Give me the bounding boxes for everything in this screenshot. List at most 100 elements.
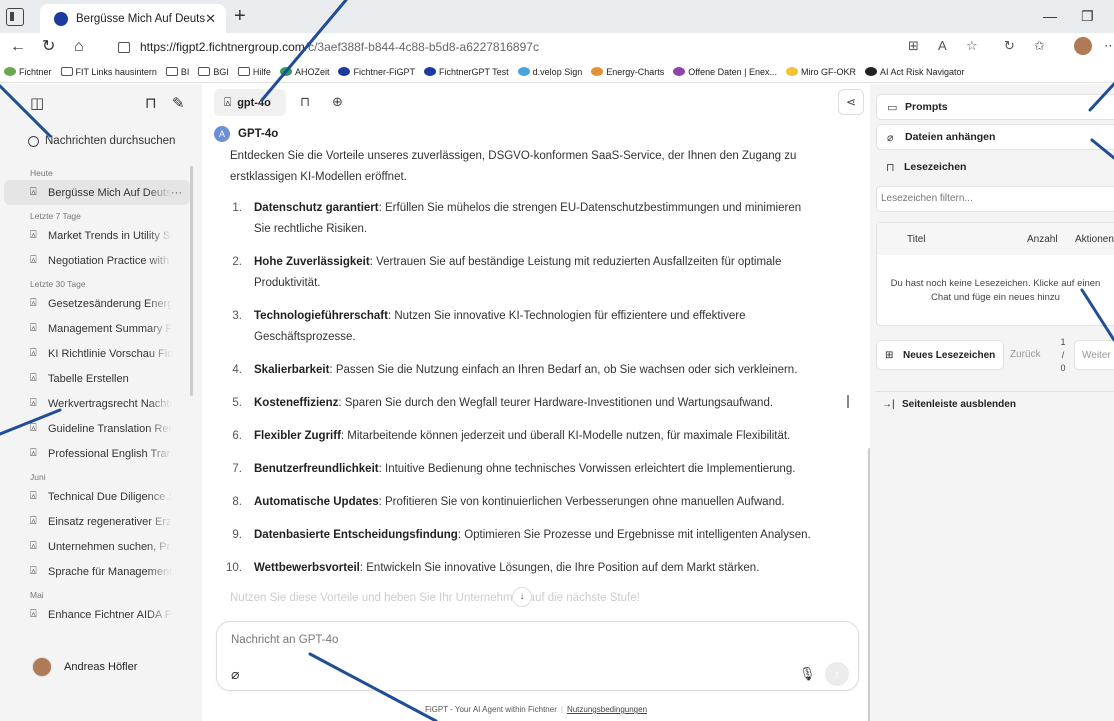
share-icon[interactable]: ⋖ [838,89,864,115]
folder-icon [198,67,211,76]
terms-link[interactable]: Nutzungsbedingungen [567,705,647,714]
benefit-text: : Mitarbeitende können jederzeit und übe… [340,430,791,442]
profile-avatar[interactable] [1074,37,1092,55]
collapse-icon: →| [882,399,895,410]
benefit-item: 7. Benutzerfreundlichkeit: Intuitive Bedi… [230,459,820,480]
toggle-sidebar-icon[interactable]: ◫ [30,94,44,112]
bookmark-item[interactable]: BGI [198,67,229,77]
new-chat-icon[interactable]: ✎ [172,94,185,112]
bookmark-item[interactable]: BI [165,67,189,77]
chat-icon: ⍓ [30,347,37,359]
home-icon[interactable]: ⌂ [74,37,84,57]
user-menu[interactable]: Andreas Höfler [32,657,137,677]
scroll-down-button[interactable]: ↓ [512,587,532,607]
benefit-number: 4. [232,364,242,376]
chat-list-item[interactable]: ⍓ Management Summary Fichtner [0,316,196,341]
bookmark-item[interactable]: Hilfe [237,66,271,77]
chat-list-item[interactable]: ⍓ Werkvertragsrecht Nachteile [0,391,196,416]
message-input[interactable]: Nachricht an GPT-4o [231,634,338,646]
minimize-icon[interactable]: — [1043,8,1057,24]
bookmark-label: d.velop Sign [532,66,583,77]
prompts-label: Prompts [905,101,948,113]
benefit-item: 6. Flexibler Zugriff: Mitarbeitende könne… [230,426,820,447]
read-aloud-icon[interactable]: A [938,38,947,53]
avatar [32,657,52,677]
chat-options-icon[interactable]: ··· [171,187,182,199]
more-icon[interactable]: ⋯ [1104,38,1114,54]
bookmark-label: AI Act Risk Navigator [879,66,965,77]
search-messages[interactable]: Nachrichten durchsuchen [28,135,175,147]
app-grid-icon[interactable]: ⊞ [908,38,919,54]
add-model-icon[interactable]: ⊕ [332,94,343,110]
chat-list-item[interactable]: ⍓ Guideline Translation Request [0,416,196,441]
next-button[interactable]: Weiter [1074,340,1114,370]
chat-list-item[interactable]: ⍓ Professional English Translation [0,441,196,466]
bookmark-item[interactable]: Offene Daten | Enex... [673,67,777,77]
bookmark-item[interactable]: Energy-Charts [591,67,664,77]
send-button[interactable]: ↑ [825,662,849,686]
bookmark-item[interactable]: AI Act Risk Navigator [864,66,965,77]
back-icon[interactable]: ← [10,37,26,57]
bookmark-table: Titel Anzahl Aktionen Du hast noch keine… [876,222,1114,326]
bookmark-item[interactable]: AHOZeit [279,66,330,77]
chat-list-item[interactable]: ⍓ Sprache für Management Summary [0,559,196,584]
prompts-button[interactable]: ▭ Prompts [876,94,1114,120]
bookmark-item[interactable]: FIT Links hausintern [60,66,157,77]
bookmark-item[interactable]: Fichtner-FiGPT [338,67,415,77]
search-input[interactable]: Nachrichten durchsuchen [45,135,175,147]
chat-list-item[interactable]: ⍓ Market Trends in Utility Sector [0,223,196,248]
bookmark-label: Miro GF-OKR [800,66,856,77]
chat-title: Market Trends in Utility Sector [48,229,172,242]
favorite-star-icon[interactable]: ☆ [966,38,978,54]
model-selector[interactable]: ⍓ gpt-4o [214,89,286,116]
restore-icon[interactable]: ❐ [1081,8,1094,25]
col-count[interactable]: Anzahl [1027,234,1058,245]
bookmarks-section-header[interactable]: ⊓ Lesezeichen [876,154,1114,180]
bookmark-filter-input[interactable]: Lesezeichen filtern... [876,186,1114,212]
chat-list-item[interactable]: ⍓ Unternehmen suchen, Präsentation [0,534,196,559]
chat-icon: ⍓ [30,515,37,527]
page-separator: / [1061,350,1065,360]
bookmark-label: Hilfe [252,66,271,77]
chat-list-item[interactable]: ⍓ Enhance Fichtner AIDA Product [0,602,196,627]
hide-sidebar-button[interactable]: →| Seitenleiste ausblenden [876,391,1114,417]
bookmark-item[interactable]: Fichtner [4,67,52,77]
favorites-icon[interactable]: ✩ [1034,38,1045,54]
benefit-title: Automatische Updates [254,496,379,508]
close-tab-icon[interactable]: ✕ [205,11,216,27]
bookmark-label: Offene Daten | Enex... [688,66,777,77]
benefit-list: 1. Datenschutz garantiert: Erfüllen Sie m… [226,198,820,579]
reload-icon[interactable]: ↻ [42,37,55,57]
browser-tab[interactable]: Bergüsse Mich Auf Deutsch ✕ [40,4,226,33]
bookmark-label: FIT Links hausintern [75,66,157,77]
chat-list-item[interactable]: ⍓ Gesetzesänderung Energiewende [0,291,196,316]
chat-list-item[interactable]: ⍓ Technical Due Diligence Struktur [0,484,196,509]
chat-list-item[interactable]: ⍓ Tabelle Erstellen [0,366,196,391]
tab-actions-icon[interactable] [6,8,24,26]
bookmark-icon[interactable]: ⊓ [145,94,157,112]
attach-files-button[interactable]: ⌀ Dateien anhängen [876,124,1114,150]
attach-icon[interactable]: ⌀ [231,666,239,683]
microphone-icon[interactable]: 🎙 [799,666,816,682]
bookmark-chat-icon[interactable]: ⊓ [300,94,310,110]
back-button[interactable]: Zurück [1010,340,1054,370]
chat-list-item[interactable]: ⍓ Einsatz regenerativer Erzeugung [0,509,196,534]
chat-icon: ⍓ [30,447,37,459]
new-tab-icon[interactable]: + [234,6,246,26]
refresh-extension-icon[interactable]: ↻ [1004,38,1015,54]
bookmark-label: AHOZeit [294,66,330,77]
bookmark-item[interactable]: FichtnerGPT Test [423,67,509,77]
url-field[interactable]: https://figpt2.fichtnergroup.com/c/3aef3… [110,36,560,58]
col-title[interactable]: Titel [907,234,926,245]
message-composer[interactable]: Nachricht an GPT-4o ⌀ 🎙 ↑ [216,621,859,691]
chat-list-item[interactable]: ⍓ KI Richtlinie Vorschau Fichtner [0,341,196,366]
chat-list-item[interactable]: ⍓ Negotiation Practice with AI [0,248,196,273]
chat-group-label: Heute [30,168,53,178]
benefit-title: Technologieführerschaft [254,310,388,322]
benefit-title: Flexibler Zugriff [254,430,341,442]
new-bookmark-button[interactable]: ⊞ Neues Lesezeichen [876,340,1004,370]
bookmark-item[interactable]: Miro GF-OKR [785,66,856,77]
chat-list-item[interactable]: ⍓ Bergüsse Mich Auf Deutsch ··· [4,180,190,205]
sidebar-scrollbar[interactable] [190,166,193,396]
bookmark-item[interactable]: d.velop Sign [517,66,583,77]
